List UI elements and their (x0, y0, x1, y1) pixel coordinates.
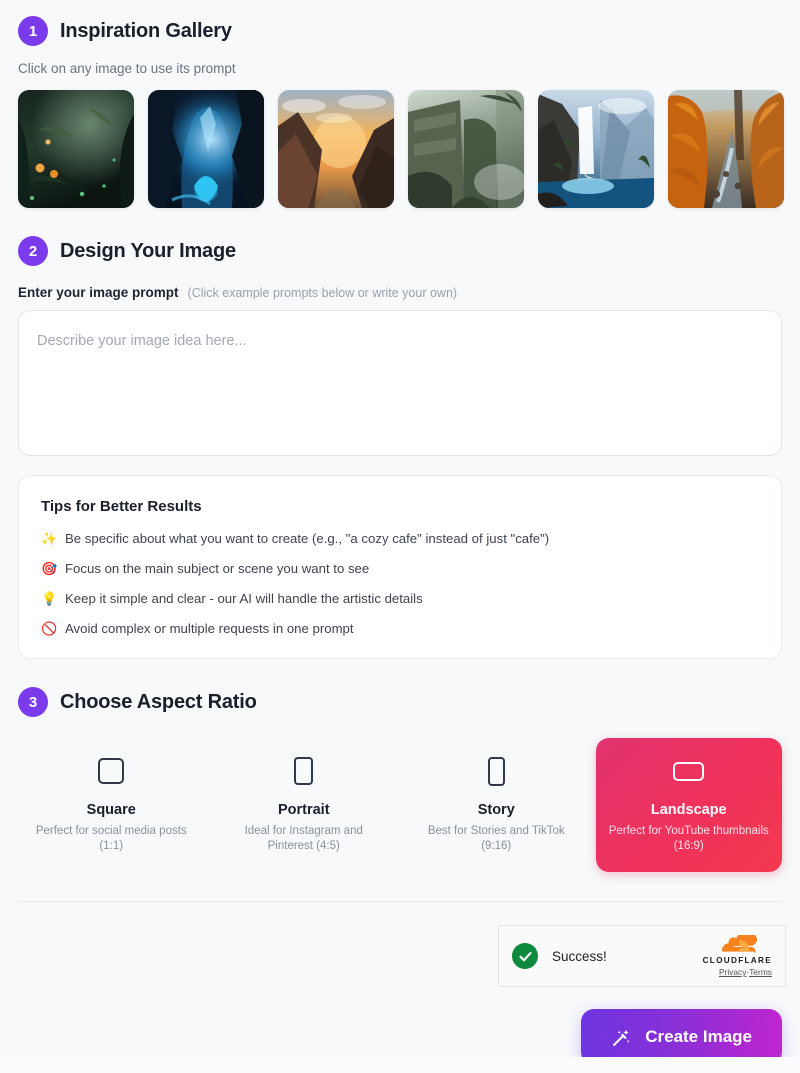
step-2-badge: 2 (18, 236, 48, 266)
create-image-label: Create Image (645, 1027, 752, 1046)
cloudflare-wordmark: CLOUDFLARE (702, 956, 772, 965)
square-icon (28, 754, 195, 788)
enchanted-forest-thumbnail (18, 90, 134, 208)
gallery-image-sunset-mountains[interactable] (278, 90, 394, 208)
aspect-ratio-options: Square Perfect for social media posts (1… (18, 738, 782, 872)
privacy-link[interactable]: Privacy (719, 967, 746, 977)
section-divider (18, 901, 782, 902)
prompt-label-row: Enter your image prompt (Click example p… (18, 285, 782, 300)
prompt-input[interactable]: Describe your image idea here... (18, 310, 782, 456)
aspect-ratio-name: Portrait (277, 802, 330, 818)
lightbulb-icon: 💡 (41, 591, 58, 606)
overgrown-ruins-thumbnail (408, 90, 524, 208)
tip-item: 🎯 Focus on the main subject or scene you… (41, 560, 759, 578)
step-1-title: Inspiration Gallery (60, 19, 232, 42)
crystal-cave-thumbnail (148, 90, 264, 208)
prompt-placeholder: Describe your image idea here... (37, 333, 247, 349)
waterfall-lake-thumbnail (538, 90, 654, 208)
gallery-image-waterfall-lake[interactable] (538, 90, 654, 208)
gallery-hint: Click on any image to use its prompt (18, 61, 236, 76)
step-3-title: Choose Aspect Ratio (60, 690, 257, 713)
tips-title: Tips for Better Results (41, 498, 202, 515)
aspect-ratio-desc: Perfect for YouTube thumbnails (16:9) (608, 825, 769, 852)
step-3-header: 3 Choose Aspect Ratio (18, 687, 782, 717)
step-1-badge: 1 (18, 16, 48, 46)
aspect-ratio-name: Landscape (650, 802, 727, 818)
aspect-ratio-option-story[interactable]: Story Best for Stories and TikTok (9:16) (403, 738, 590, 872)
sparkles-icon: ✨ (41, 531, 58, 546)
bottom-strip (0, 1057, 800, 1073)
tips-card: Tips for Better Results ✨ Be specific ab… (18, 475, 782, 659)
aspect-ratio-name: Story (477, 802, 515, 818)
gallery-image-autumn-river[interactable] (668, 90, 784, 208)
prohibited-icon: 🚫 (41, 621, 58, 636)
cloudflare-turnstile-widget: Success! CLOUDFLARE Privacy·Terms (498, 925, 786, 987)
aspect-ratio-name: Square (86, 802, 136, 818)
aspect-ratio-option-landscape[interactable]: Landscape Perfect for YouTube thumbnails… (595, 738, 782, 872)
tip-item: 💡 Keep it simple and clear - our AI will… (41, 590, 759, 608)
story-icon (413, 754, 580, 788)
step-1-header: 1 Inspiration Gallery (18, 0, 782, 46)
gallery-image-enchanted-forest[interactable] (18, 90, 134, 208)
prompt-hint: (Click example prompts below or write yo… (187, 286, 458, 300)
aspect-ratio-option-square[interactable]: Square Perfect for social media posts (1… (18, 738, 205, 872)
cloudflare-branding: CLOUDFLARE Privacy·Terms (700, 935, 772, 977)
terms-link[interactable]: Terms (749, 967, 772, 977)
tip-item: 🚫 Avoid complex or multiple requests in … (41, 620, 759, 638)
step-2-title: Design Your Image (60, 239, 236, 262)
target-icon: 🎯 (41, 561, 58, 576)
gallery-image-overgrown-ruins[interactable] (408, 90, 524, 208)
aspect-ratio-desc: Ideal for Instagram and Pinterest (4:5) (244, 825, 363, 852)
aspect-ratio-desc: Best for Stories and TikTok (9:16) (427, 825, 565, 852)
tip-item: ✨ Be specific about what you want to cre… (41, 530, 759, 548)
prompt-label: Enter your image prompt (18, 285, 179, 300)
success-check-icon (512, 943, 538, 969)
step-2-header: 2 Design Your Image (18, 236, 782, 266)
step-3-badge: 3 (18, 687, 48, 717)
gallery-image-crystal-cave[interactable] (148, 90, 264, 208)
checkmark-glyph (518, 951, 532, 961)
sunset-mountains-thumbnail (278, 90, 394, 208)
cloudflare-cloud-icon (700, 935, 772, 957)
tip-text: Avoid complex or multiple requests in on… (65, 621, 354, 636)
inspiration-gallery (18, 90, 784, 208)
aspect-ratio-option-portrait[interactable]: Portrait Ideal for Instagram and Pintere… (211, 738, 398, 872)
tip-text: Be specific about what you want to creat… (65, 531, 550, 546)
tip-text: Keep it simple and clear - our AI will h… (65, 591, 423, 606)
landscape-icon (606, 754, 773, 788)
tip-text: Focus on the main subject or scene you w… (65, 561, 370, 576)
aspect-ratio-desc: Perfect for social media posts (1:1) (35, 825, 187, 852)
turnstile-links: Privacy·Terms (700, 967, 772, 977)
cloudflare-logo-glyph (722, 935, 758, 954)
magic-wand-icon (613, 1029, 630, 1046)
turnstile-status: Success! (552, 948, 607, 964)
image-generator-page: 1 Inspiration Gallery Click on any image… (0, 0, 800, 1073)
autumn-river-thumbnail (668, 90, 784, 208)
portrait-icon (221, 754, 388, 788)
